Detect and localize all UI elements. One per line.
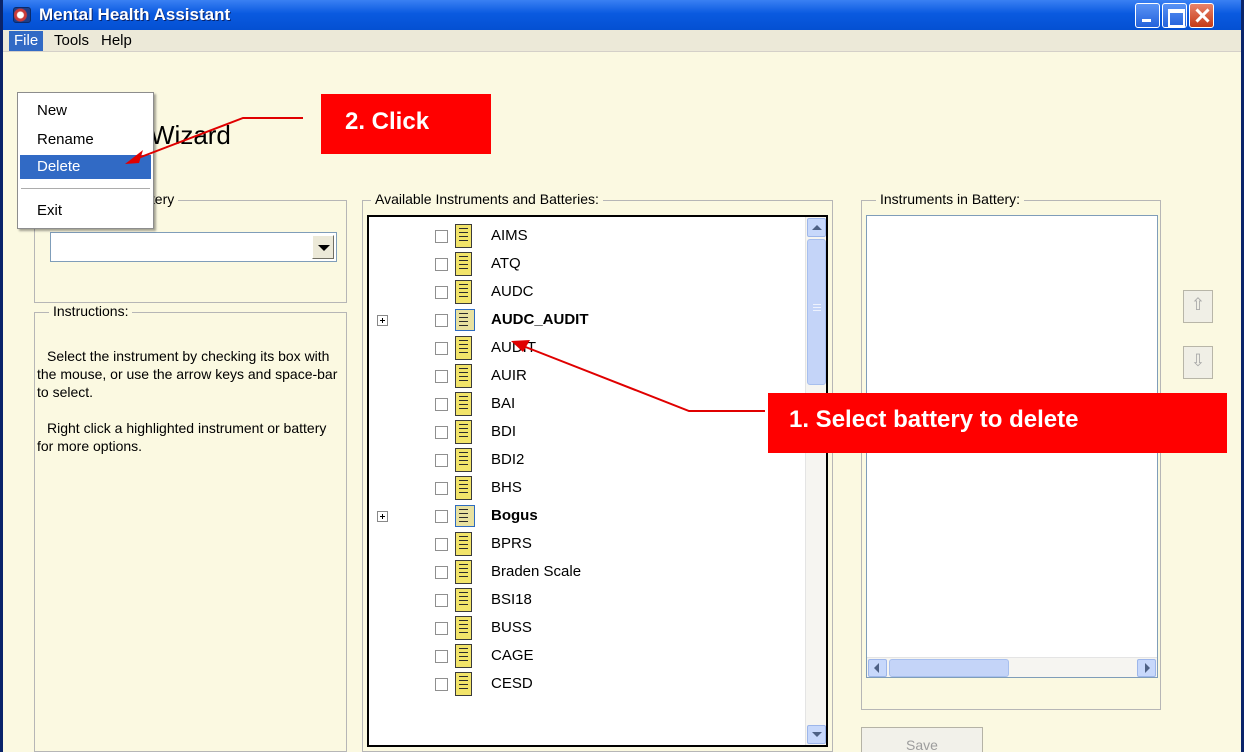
arrowhead-icon xyxy=(125,150,143,164)
annotation-arrows xyxy=(125,117,765,412)
app-window: Mental Health Assistant File Tools Help … xyxy=(0,0,1244,752)
annotation-select: 1. Select battery to delete xyxy=(768,393,1227,453)
annotation-click: 2. Click xyxy=(321,94,491,154)
arrow-to-delete xyxy=(132,117,303,161)
arrow-to-battery xyxy=(522,345,765,412)
arrowhead-icon xyxy=(511,340,530,352)
